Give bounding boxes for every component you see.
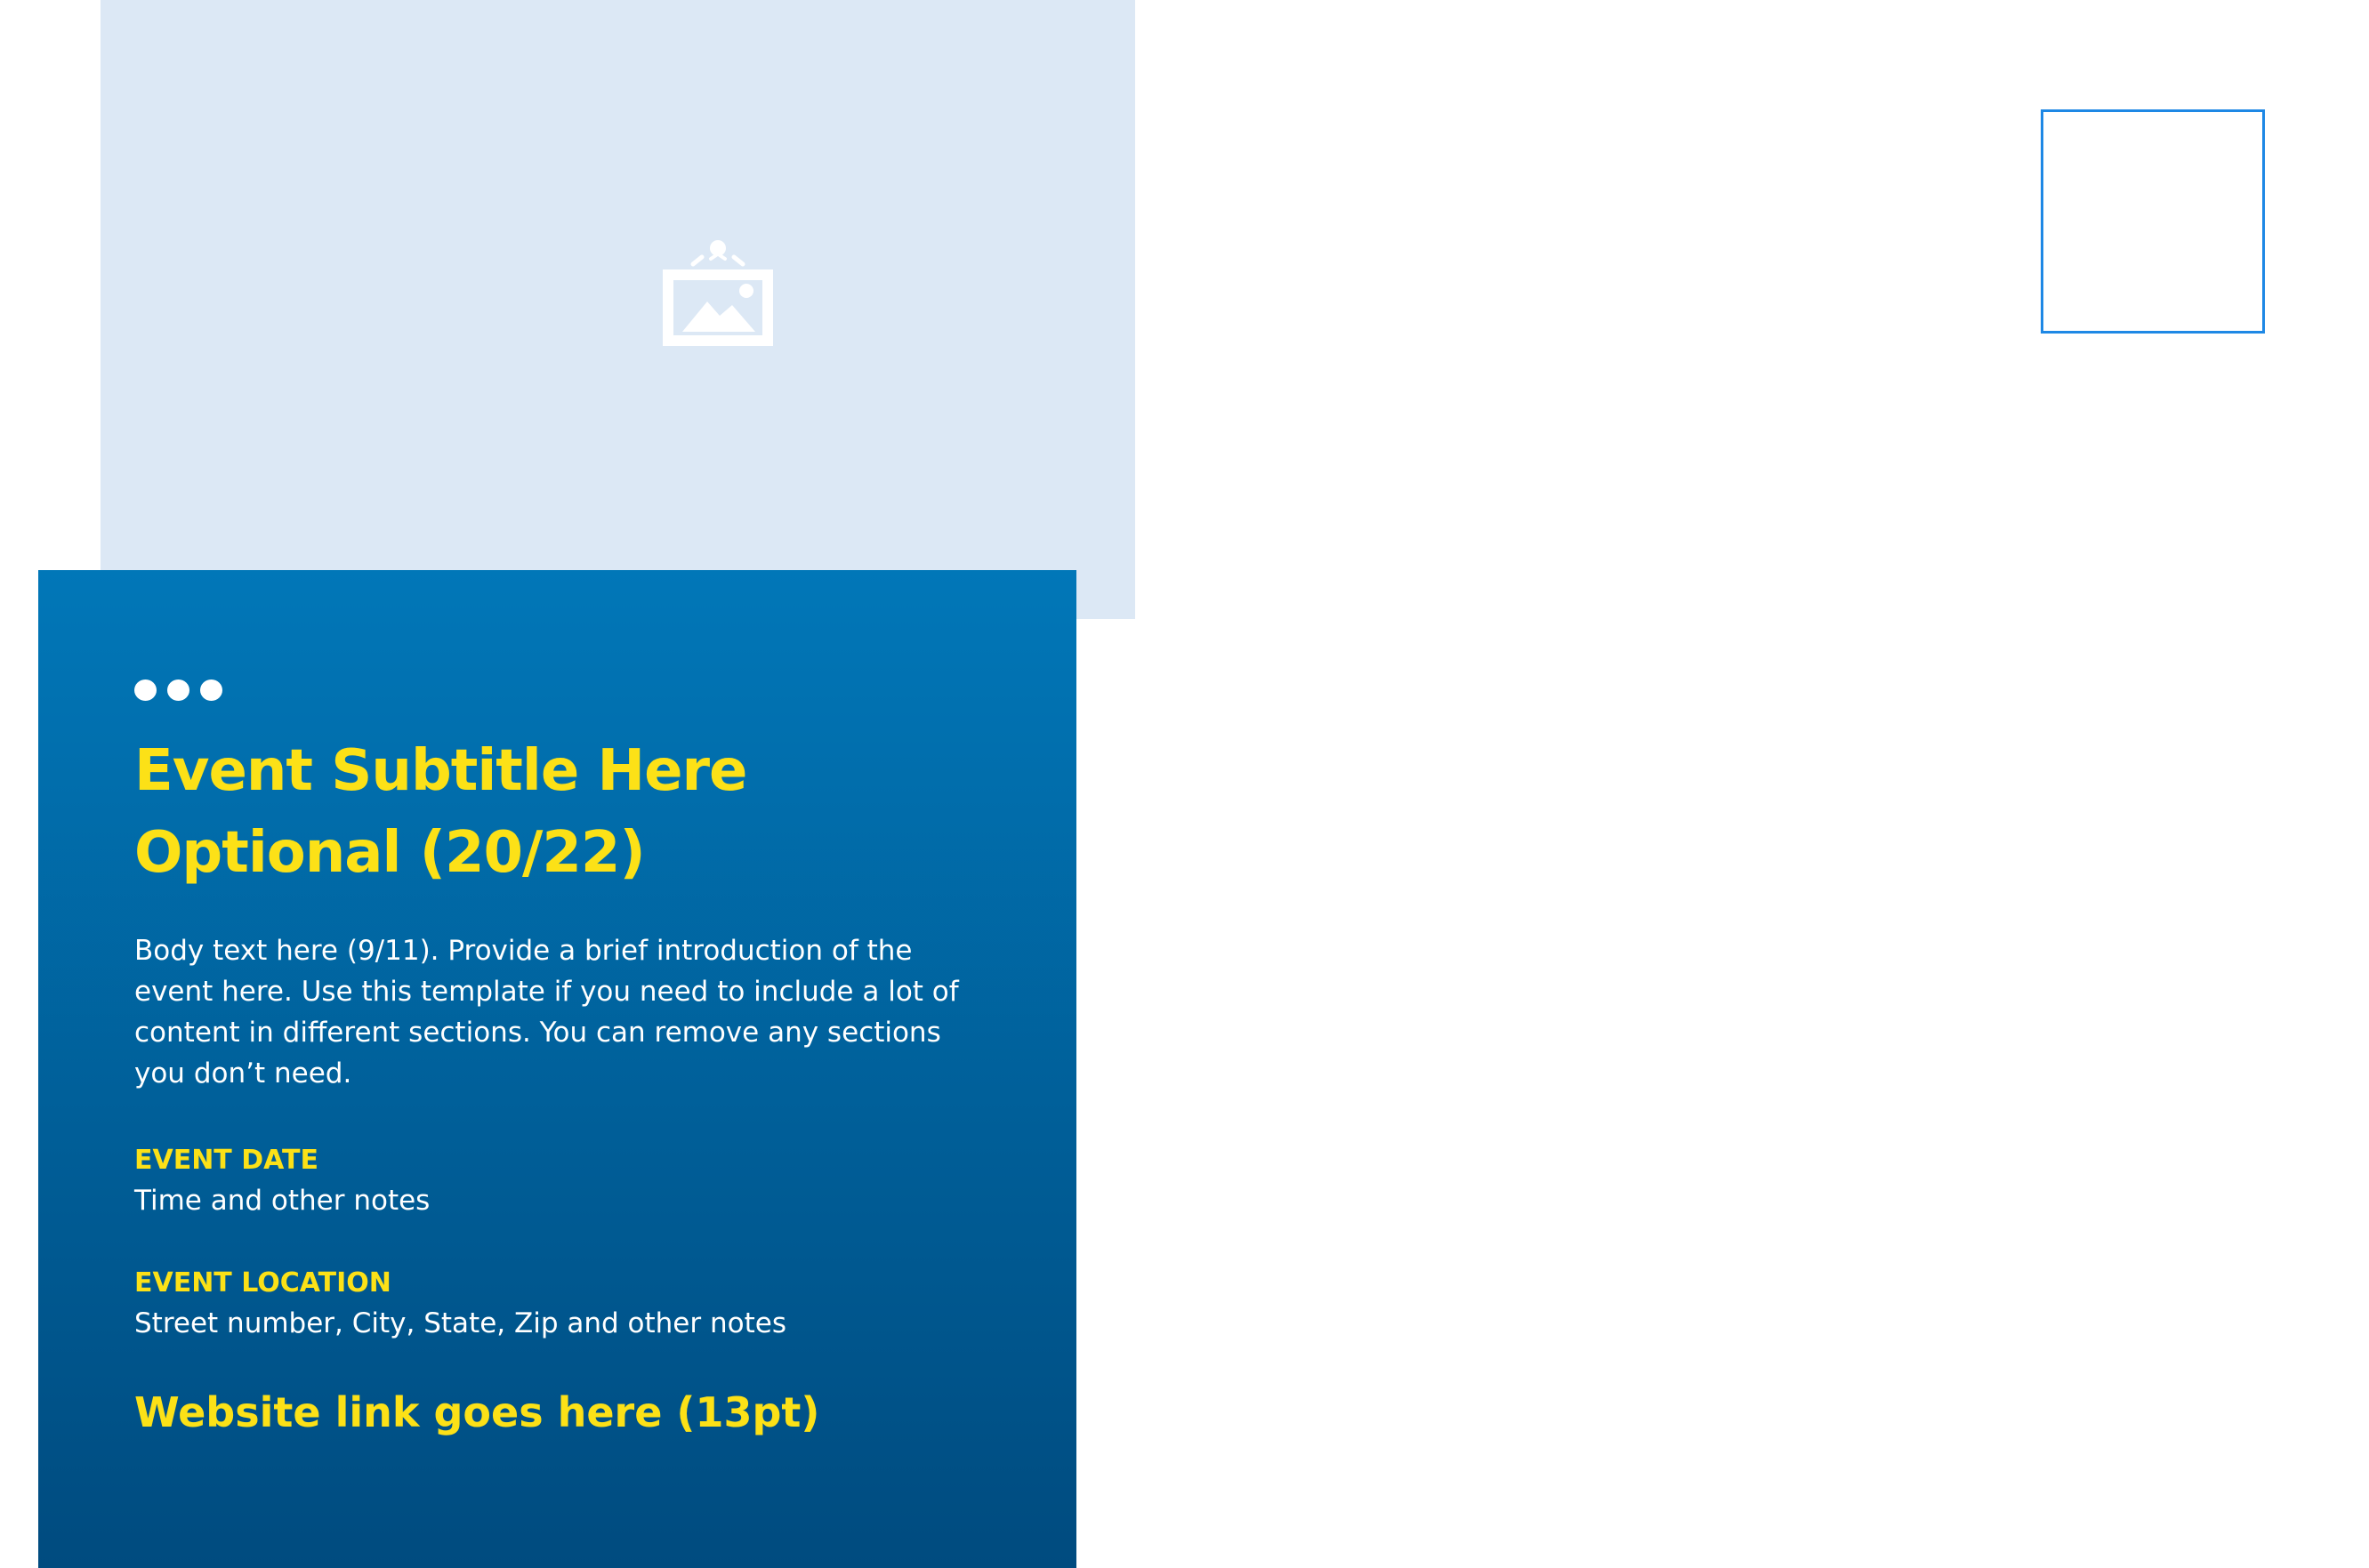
event-subtitle-line2: Optional (20/22) (134, 820, 646, 886)
website-link[interactable]: Website link goes here (13pt) (134, 1381, 819, 1443)
event-location-label: EVENT LOCATION (134, 1267, 391, 1299)
dot-icon (134, 679, 157, 701)
postage-stamp-box (2041, 109, 2265, 334)
postcard-page: Event Subtitle Here Optional (20/22) Bod… (0, 0, 2369, 1568)
event-info-panel: Event Subtitle Here Optional (20/22) Bod… (38, 570, 1076, 1568)
dot-icon (167, 679, 189, 701)
event-subtitle-line1: Event Subtitle Here (134, 738, 747, 804)
dot-icon (200, 679, 222, 701)
event-subtitle: Event Subtitle Here Optional (20/22) (134, 730, 1024, 894)
image-icon (663, 240, 773, 346)
event-body-text: Body text here (9/11). Provide a brief i… (134, 935, 959, 1090)
event-location-value: Street number, City, State, Zip and othe… (134, 1307, 786, 1339)
image-placeholder[interactable] (101, 0, 1135, 619)
event-date-value: Time and other notes (134, 1185, 431, 1217)
event-date-label: EVENT DATE (134, 1145, 318, 1176)
decorative-dots (134, 679, 222, 701)
